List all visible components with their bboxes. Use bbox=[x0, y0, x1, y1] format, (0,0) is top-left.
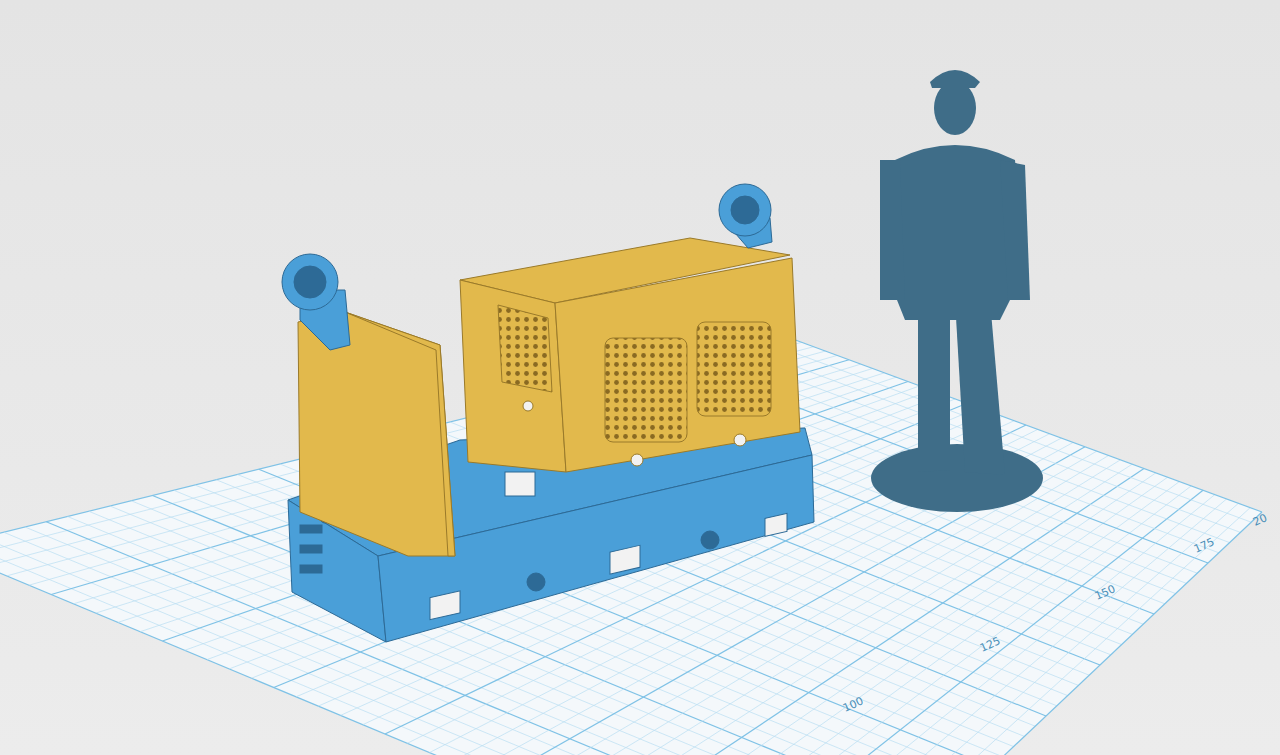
grid-label: 150 bbox=[1093, 582, 1117, 602]
scene-canvas[interactable]: 100 125 150 175 20 bbox=[0, 0, 1280, 755]
body-model[interactable] bbox=[298, 238, 800, 556]
workplane-grid bbox=[0, 338, 1262, 755]
viewport[interactable]: 100 125 150 175 20 bbox=[0, 0, 1280, 755]
lamp-icon bbox=[282, 184, 772, 350]
grid-label: 125 bbox=[978, 634, 1002, 654]
grid-label: 20 bbox=[1251, 511, 1269, 529]
figure-model[interactable] bbox=[871, 70, 1043, 512]
grid-label: 100 bbox=[841, 694, 865, 714]
grid-label: 175 bbox=[1192, 535, 1216, 555]
